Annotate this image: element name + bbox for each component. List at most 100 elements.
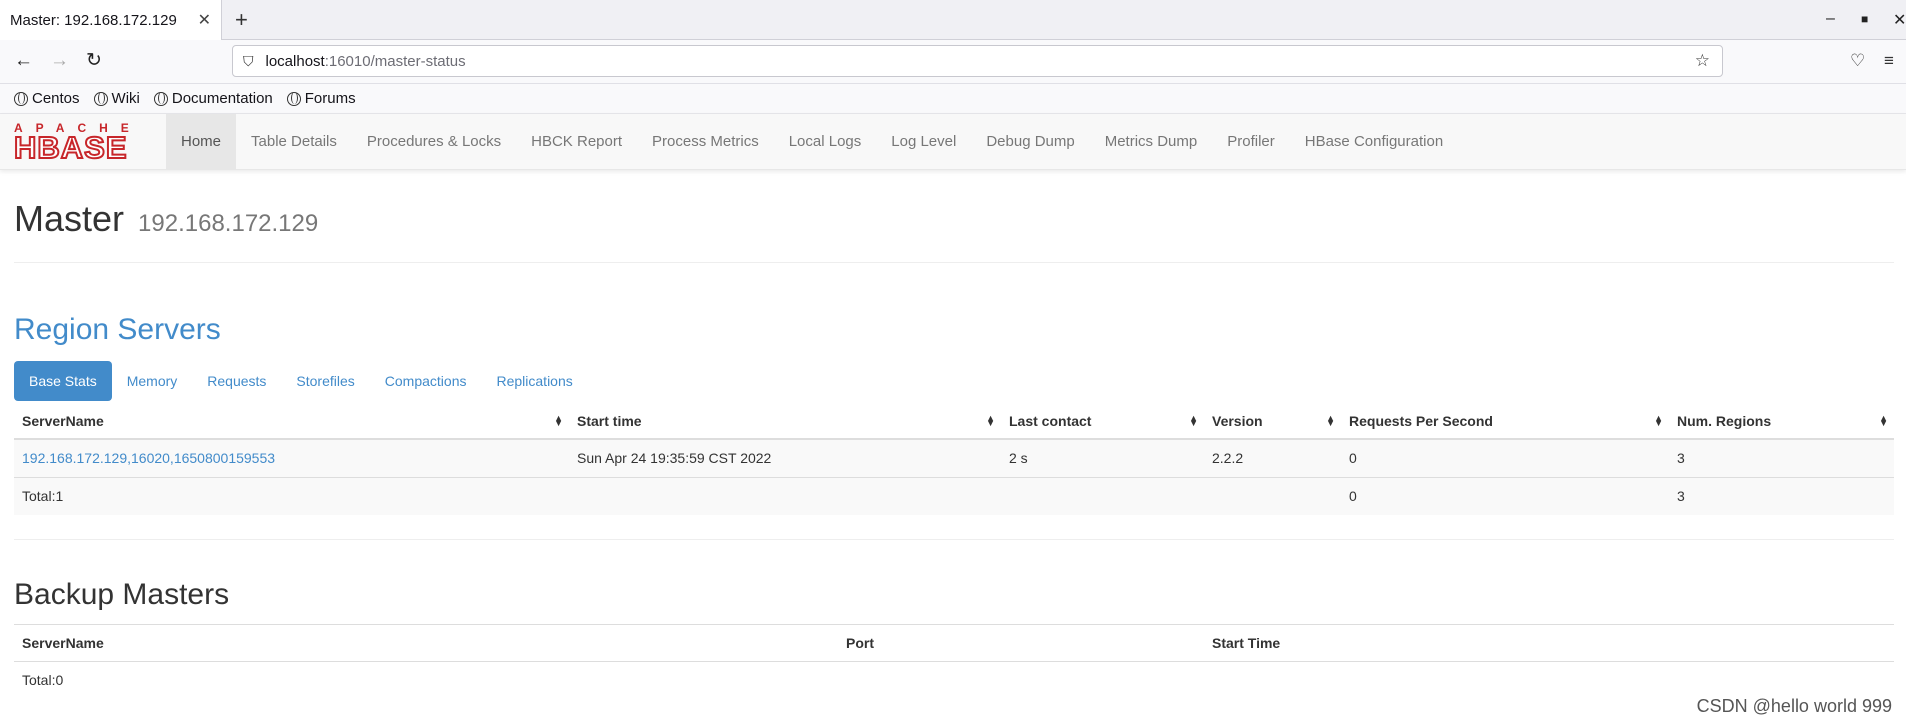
logo-main-text: HBASE <box>13 130 128 165</box>
menu-icon[interactable]: ≡ <box>1884 51 1894 71</box>
version-cell: 2.2.2 <box>1204 438 1341 477</box>
column-header: Start Time <box>1204 624 1894 662</box>
column-header[interactable]: Requests Per Second ▲ ▼ <box>1341 403 1669 440</box>
back-icon[interactable]: ← <box>14 50 33 72</box>
nav-debug-dump[interactable]: Debug Dump <box>971 114 1089 170</box>
maximize-icon[interactable]: ■ <box>1861 12 1868 26</box>
page-title-text: Master <box>14 198 125 239</box>
column-header[interactable]: Start time ▲ ▼ <box>569 403 1001 440</box>
column-label: Requests Per Second <box>1349 412 1493 429</box>
bookmark-forums[interactable]: Forums <box>286 90 356 107</box>
nav-hbase-configuration[interactable]: HBase Configuration <box>1290 114 1458 170</box>
shield-icon[interactable]: ⛉ <box>243 53 254 70</box>
total-row: Total:0 <box>14 662 1894 698</box>
bookmark-star-icon[interactable]: ☆ <box>1695 51 1710 71</box>
sort-icon[interactable]: ▲ ▼ <box>1189 414 1198 428</box>
sort-icon[interactable]: ▲ ▼ <box>1654 414 1663 428</box>
nav-process-metrics[interactable]: Process Metrics <box>637 114 774 170</box>
bookmark-documentation[interactable]: Documentation <box>153 90 273 107</box>
tab-base-stats[interactable]: Base Stats <box>14 361 112 401</box>
nav-profiler[interactable]: Profiler <box>1212 114 1290 170</box>
sort-icon[interactable]: ▲ ▼ <box>1326 414 1335 428</box>
region-servers-heading[interactable]: Region Servers <box>14 313 1894 347</box>
url-host: localhost <box>265 52 325 70</box>
server-name-link[interactable]: 192.168.172.129,16020,1650800159553 <box>14 438 569 477</box>
divider <box>14 262 1894 263</box>
new-tab-icon[interactable]: + <box>235 6 248 34</box>
nav-log-level[interactable]: Log Level <box>876 114 971 170</box>
total-row: Total:1 0 3 <box>14 476 1894 515</box>
total-label: Total:0 <box>22 671 64 688</box>
minimize-icon[interactable]: – <box>1826 10 1835 28</box>
column-header[interactable]: Last contact ▲ ▼ <box>1001 403 1204 440</box>
url-path: :16010/master-status <box>324 52 466 70</box>
url-bar[interactable]: ⛉ localhost :16010/master-status ☆ <box>232 45 1723 77</box>
page-subtitle: 192.168.172.129 <box>138 210 319 237</box>
bookmark-centos[interactable]: Centos <box>14 90 80 107</box>
total-regions: 3 <box>1669 476 1894 515</box>
total-empty-cell <box>1204 476 1341 515</box>
column-header: ServerName <box>14 624 838 662</box>
backup-masters-heading: Backup Masters <box>14 578 230 611</box>
browser-tab-bar: Master: 192.168.172.129 ✕ + – ■ ✕ <box>0 0 1906 40</box>
column-label: Num. Regions <box>1677 412 1772 429</box>
region-servers-table: ServerName ▲ ▼ Start time ▲ ▼ Last contact ▲ ▼… <box>14 403 1894 515</box>
nav-procedures-locks[interactable]: Procedures & Locks <box>352 114 516 170</box>
tab-title: Master: 192.168.172.129 <box>10 11 177 29</box>
column-header: Port <box>838 624 1204 662</box>
column-header[interactable]: Version ▲ ▼ <box>1204 403 1341 440</box>
forward-icon[interactable]: → <box>50 50 69 72</box>
bookmarks-bar: Centos Wiki Documentation Forums <box>0 84 1906 114</box>
tab-memory[interactable]: Memory <box>112 361 193 401</box>
sort-icon[interactable]: ▲ ▼ <box>554 414 563 428</box>
backup-masters-table: ServerName Port Start Time Total:0 <box>14 624 1894 698</box>
nav-hbck-report[interactable]: HBCK Report <box>516 114 637 170</box>
table-row: 192.168.172.129,16020,1650800159553 Sun … <box>14 438 1894 477</box>
divider <box>14 539 1894 540</box>
browser-nav-bar: ← → ↻ ⛉ localhost :16010/master-status ☆… <box>0 40 1906 84</box>
tab-requests[interactable]: Requests <box>192 361 281 401</box>
nav-metrics-dump[interactable]: Metrics Dump <box>1090 114 1213 170</box>
tab-storefiles[interactable]: Storefiles <box>281 361 369 401</box>
column-header[interactable]: Num. Regions ▲ ▼ <box>1669 403 1894 440</box>
nav-table-details[interactable]: Table Details <box>236 114 352 170</box>
globe-icon <box>93 91 108 106</box>
total-label: Total:1 <box>14 476 569 515</box>
bookmark-label: Documentation <box>171 90 273 107</box>
empty-cell <box>838 662 1204 698</box>
last-contact-cell: 2 s <box>1001 438 1204 477</box>
region-servers-tabs: Base Stats Memory Requests Storefiles Co… <box>14 361 1894 401</box>
reload-icon[interactable]: ↻ <box>86 50 102 72</box>
column-label: ServerName <box>22 412 104 429</box>
bookmark-label: Centos <box>32 90 80 107</box>
sort-icon[interactable]: ▲ ▼ <box>986 414 995 428</box>
column-label: Version <box>1212 412 1263 429</box>
close-window-icon[interactable]: ✕ <box>1893 10 1906 30</box>
total-empty-cell <box>1001 476 1204 515</box>
requests-per-second-cell: 0 <box>1341 438 1669 477</box>
sort-icon[interactable]: ▲ ▼ <box>1879 414 1888 428</box>
tab-replications[interactable]: Replications <box>481 361 587 401</box>
globe-icon <box>153 91 168 106</box>
browser-tab[interactable]: Master: 192.168.172.129 ✕ <box>0 0 222 40</box>
tab-compactions[interactable]: Compactions <box>370 361 482 401</box>
globe-icon <box>14 91 28 106</box>
main-content: Master 192.168.172.129 Region Servers Ba… <box>14 170 1894 698</box>
column-label: Last contact <box>1009 412 1092 429</box>
bookmark-wiki[interactable]: Wiki <box>93 90 140 107</box>
nav-local-logs[interactable]: Local Logs <box>774 114 877 170</box>
nav-home[interactable]: Home <box>166 114 237 170</box>
pocket-icon[interactable]: ♡ <box>1850 51 1865 71</box>
server-name-text[interactable]: 192.168.172.129,16020,1650800159553 <box>22 450 275 466</box>
hbase-navbar: APACHE HBASE Home Table Details Procedur… <box>0 114 1906 170</box>
bookmark-label: Wiki <box>111 90 140 107</box>
hbase-logo[interactable]: APACHE HBASE <box>13 122 152 165</box>
total-requests: 0 <box>1341 476 1669 515</box>
close-tab-icon[interactable]: ✕ <box>198 10 211 30</box>
page-title: Master 192.168.172.129 <box>14 198 1894 246</box>
column-label: Start time <box>577 412 642 429</box>
column-header[interactable]: ServerName ▲ ▼ <box>14 403 569 440</box>
empty-cell <box>1204 662 1894 698</box>
globe-icon <box>286 91 301 106</box>
start-time-cell: Sun Apr 24 19:35:59 CST 2022 <box>569 438 1001 477</box>
